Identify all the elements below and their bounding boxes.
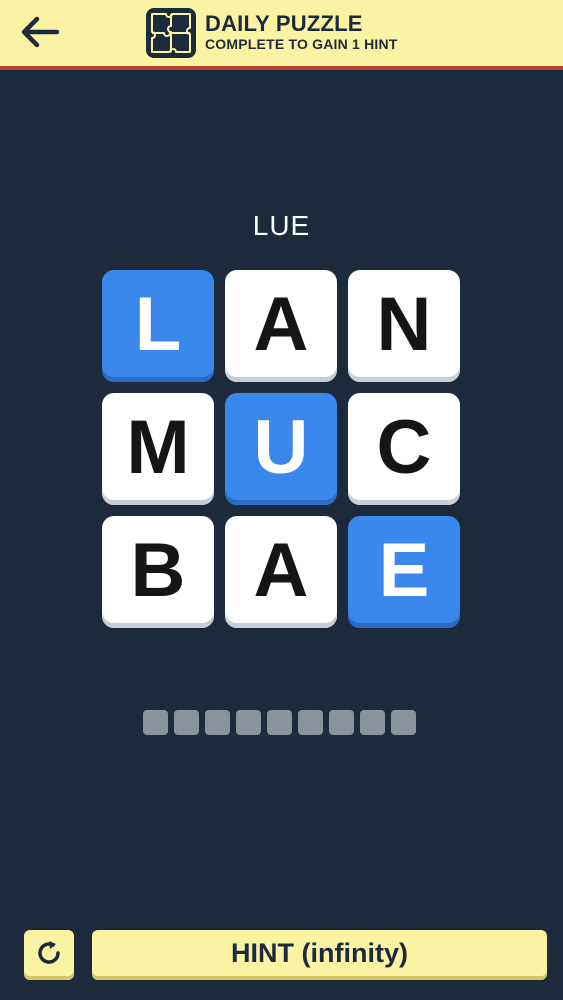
answer-slot <box>329 710 354 735</box>
letter-tile[interactable]: E <box>348 516 460 628</box>
answer-slot <box>236 710 261 735</box>
answer-slots <box>143 710 416 735</box>
letter-tile[interactable]: C <box>348 393 460 505</box>
letter-tile[interactable]: A <box>225 516 337 628</box>
hint-button[interactable]: HINT (infinity) <box>92 930 547 980</box>
header-bar: DAILY PUZZLE COMPLETE TO GAIN 1 HINT <box>0 0 563 70</box>
answer-slot <box>143 710 168 735</box>
answer-slot <box>174 710 199 735</box>
page-subtitle: COMPLETE TO GAIN 1 HINT <box>205 36 398 52</box>
letter-tile[interactable]: M <box>102 393 214 505</box>
letter-tile[interactable]: L <box>102 270 214 382</box>
answer-slot <box>391 710 416 735</box>
refresh-icon <box>34 938 64 973</box>
reset-button[interactable] <box>24 930 74 980</box>
answer-slot <box>267 710 292 735</box>
arrow-left-icon <box>19 16 60 53</box>
back-button[interactable] <box>14 12 64 56</box>
letter-grid: L A N M U C B A E <box>102 270 461 629</box>
clue-text: LUE <box>252 210 311 241</box>
title-block: DAILY PUZZLE COMPLETE TO GAIN 1 HINT <box>205 12 398 53</box>
answer-slot <box>360 710 385 735</box>
letter-tile[interactable]: B <box>102 516 214 628</box>
answer-slot <box>205 710 230 735</box>
letter-tile[interactable]: A <box>225 270 337 382</box>
letter-tile[interactable]: N <box>348 270 460 382</box>
letter-tile[interactable]: U <box>225 393 337 505</box>
answer-slot <box>298 710 323 735</box>
page-title: DAILY PUZZLE <box>205 11 363 36</box>
puzzle-pieces-icon <box>146 8 196 58</box>
